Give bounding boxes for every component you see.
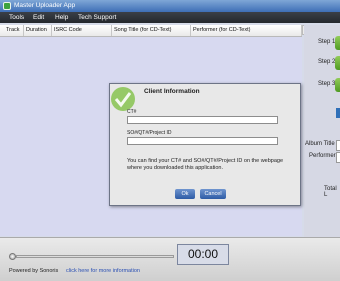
menu-help[interactable]: Help [55, 12, 68, 23]
side-action-button[interactable] [336, 108, 340, 118]
dialog-title: Client Information [144, 88, 200, 95]
column-header-track[interactable]: Track [4, 25, 24, 36]
total-length-label: Total L [324, 186, 337, 198]
menu-tools[interactable]: Tools [9, 12, 24, 23]
title-bar: Master Uploader App [0, 0, 340, 12]
so-label: SO#/QT#/Project ID [127, 130, 172, 136]
seek-handle[interactable] [9, 253, 16, 260]
step-1-check-icon [335, 36, 340, 50]
performer-label: Performer: [309, 153, 338, 159]
column-header-isrc[interactable]: ISRC Code [52, 25, 112, 36]
menu-bar: Tools Edit Help Tech Support [0, 12, 340, 23]
so-input[interactable] [127, 137, 278, 145]
cancel-button[interactable]: Cancel [200, 189, 226, 199]
column-header-performer[interactable]: Performer (for CD-Text) [191, 25, 302, 36]
app-icon [3, 2, 11, 10]
step-3-check-icon [335, 78, 340, 92]
ok-button[interactable]: Ok [175, 189, 195, 199]
album-title-label: Album Title [305, 141, 335, 147]
player-bar [0, 237, 340, 281]
step-2-label: Step 2 [318, 59, 336, 65]
dialog-info-text: You can find your CT# and SO#/QT#/Projec… [127, 158, 284, 171]
more-info-link[interactable]: click here for more information [66, 268, 140, 274]
track-table-header: Track Duration ISRC Code Song Title (for… [0, 25, 302, 37]
step-2-check-icon [335, 56, 340, 70]
step-3-label: Step 3 [318, 81, 336, 87]
album-title-input[interactable] [336, 140, 340, 151]
time-display: 00:00 [177, 244, 229, 265]
window-title: Master Uploader App [14, 2, 76, 9]
powered-by-text: Powered by Sonoris [9, 268, 59, 274]
menu-edit[interactable]: Edit [33, 12, 44, 23]
menu-tech-support[interactable]: Tech Support [78, 12, 116, 23]
column-header-song-title[interactable]: Song Title (for CD-Text) [112, 25, 191, 36]
ct-input[interactable] [127, 116, 278, 124]
ct-label: CT# [127, 109, 137, 115]
column-header-duration[interactable]: Duration [24, 25, 52, 36]
step-1-label: Step 1 [318, 39, 336, 45]
seek-bar[interactable] [16, 255, 174, 258]
performer-input[interactable] [336, 152, 340, 163]
